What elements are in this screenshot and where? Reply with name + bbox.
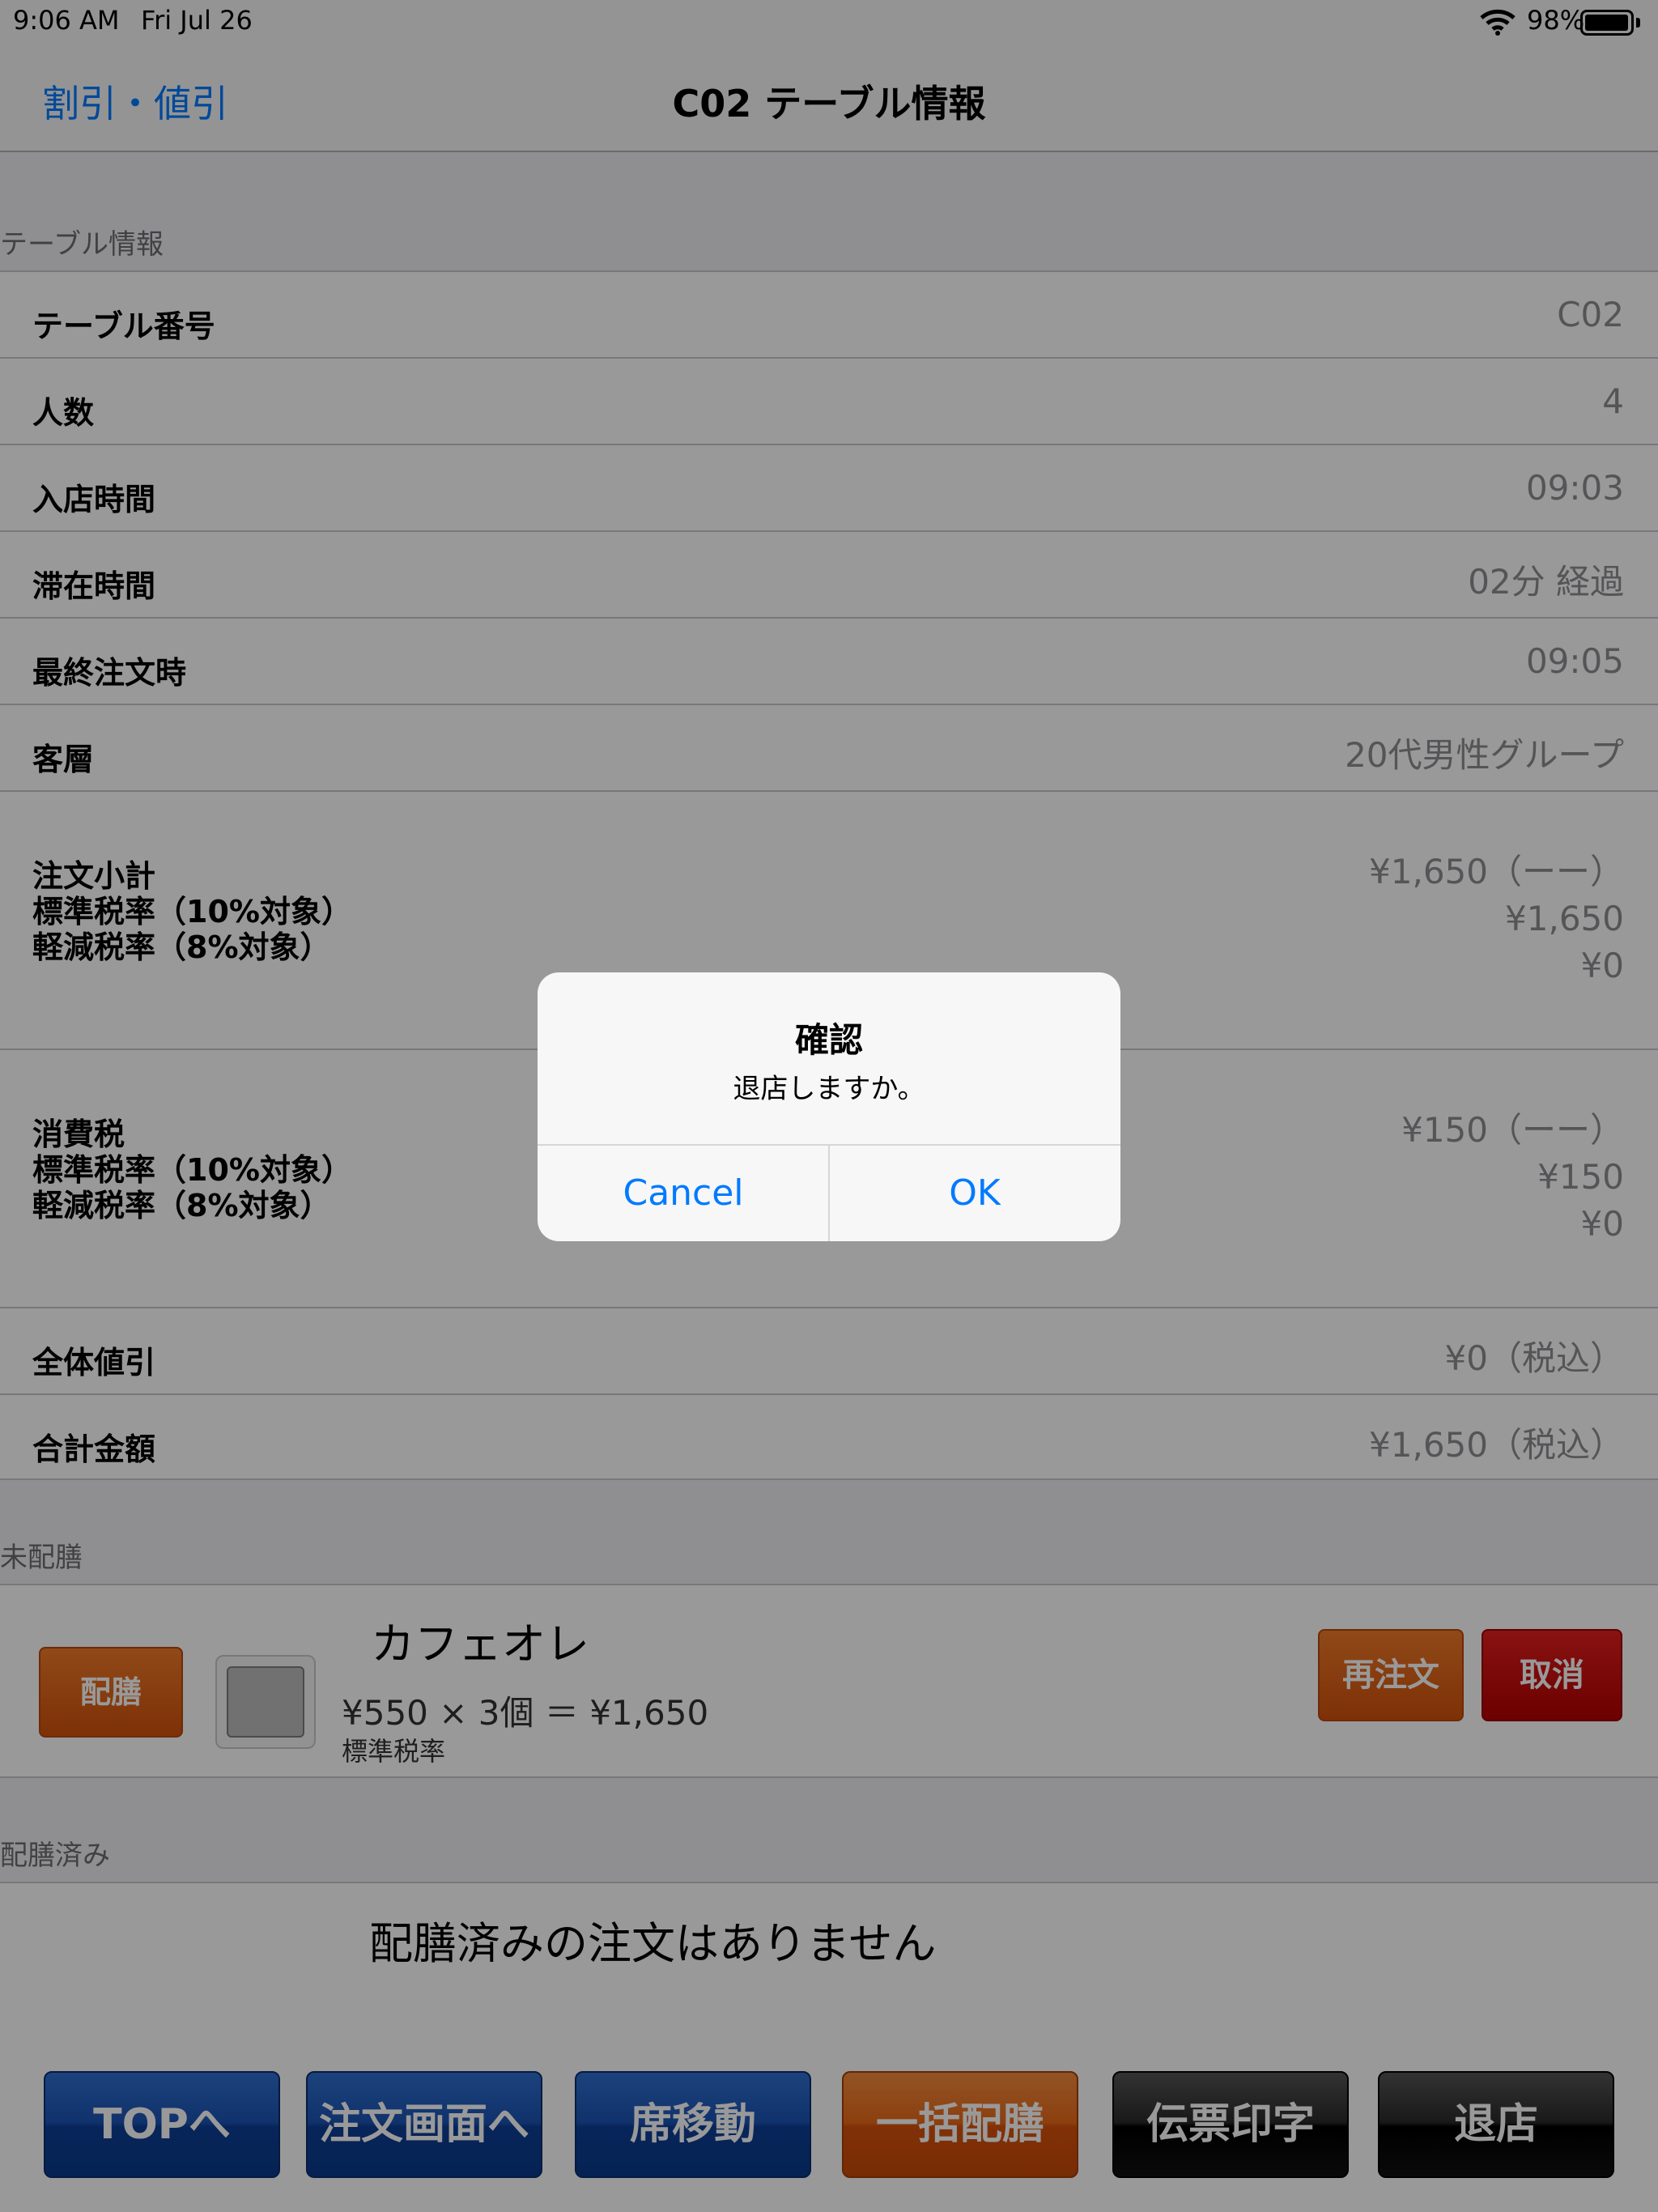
- alert-message: 退店しますか。: [733, 1073, 925, 1105]
- alert-ok-button[interactable]: OK: [829, 1146, 1120, 1241]
- alert-button-row: Cancel OK: [538, 1144, 1120, 1241]
- alert-cancel-button[interactable]: Cancel: [538, 1146, 829, 1241]
- alert-title: 確認: [794, 1020, 863, 1060]
- confirm-alert: 確認 退店しますか。 Cancel OK: [538, 972, 1120, 1241]
